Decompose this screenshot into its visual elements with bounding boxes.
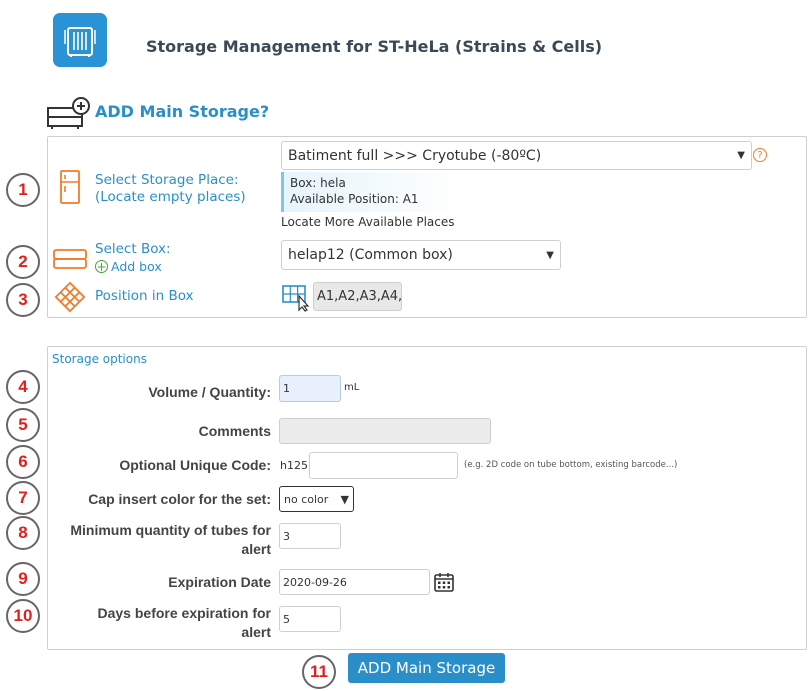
min-qty-label-line1: Minimum quantity of tubes for [70,522,271,538]
step-marker-2: 2 [6,245,40,279]
step-marker-11: 11 [302,655,336,689]
position-label: Position in Box [95,288,194,304]
storage-place-select[interactable]: Batiment full >>> Cryotube (-80ºC) ▼ [281,141,752,170]
add-storage-icon [46,96,92,130]
unique-code-hint: (e.g. 2D code on tube bottom, existing b… [464,460,678,470]
step-marker-3: 3 [6,283,40,317]
grid-position-icon [53,280,87,319]
box-icon [52,246,88,277]
days-before-label-line1: Days before expiration for [97,605,272,621]
comments-input[interactable] [279,418,491,444]
expiration-label: Expiration Date [168,574,271,590]
days-before-label: Days before expiration for alert [50,604,272,642]
available-position-info: Box: hela Available Position: A1 [281,172,461,212]
step-marker-10: 10 [6,599,40,633]
dropdown-arrow-icon: ▼ [546,249,554,261]
fridge-icon [53,13,107,67]
unique-code-label: Optional Unique Code: [119,457,271,473]
volume-unit: mL [344,382,360,393]
info-position-line: Available Position: A1 [290,192,419,206]
step-marker-9: 9 [6,562,40,596]
help-icon[interactable]: ? [753,148,767,162]
add-box-label: Add box [111,259,162,274]
step-marker-5: 5 [6,408,40,442]
volume-input[interactable]: 1 [279,375,341,402]
cap-color-label: Cap insert color for the set: [88,491,271,507]
position-field[interactable]: A1,A2,A3,A4,A [313,282,402,311]
page-title: Storage Management for ST-HeLa (Strains … [146,37,603,56]
step-marker-6: 6 [6,445,40,479]
add-box-link[interactable]: + Add box [95,259,162,274]
add-circle-icon: + [95,259,108,274]
cap-color-select[interactable]: no color ▼ [279,486,354,512]
unique-code-input[interactable] [309,452,458,479]
step-marker-7: 7 [6,481,40,515]
cap-color-selected: no color [284,492,329,506]
volume-label: Volume / Quantity: [148,384,271,400]
select-box-label: Select Box: [95,241,171,257]
add-main-storage-heading: ADD Main Storage? [95,102,270,121]
min-qty-label-line2: alert [241,541,271,557]
box-map-icon[interactable] [281,282,311,317]
box-select[interactable]: helap12 (Common box) ▼ [281,240,561,270]
add-main-storage-button[interactable]: ADD Main Storage [348,653,505,683]
days-before-input[interactable]: 5 [279,606,341,632]
locate-empty-places-link[interactable]: (Locate empty places) [95,189,246,205]
step-marker-1: 1 [6,173,40,207]
storage-place-selected: Batiment full >>> Cryotube (-80ºC) [288,147,542,164]
dropdown-arrow-icon: ▼ [737,150,745,161]
box-selected: helap12 (Common box) [288,247,453,263]
storage-place-label: Select Storage Place: [95,172,239,188]
storage-place-icon [58,168,82,211]
min-qty-input[interactable]: 3 [279,523,341,549]
info-box-line: Box: hela [290,176,346,190]
locate-more-link[interactable]: Locate More Available Places [281,215,455,229]
days-before-label-line2: alert [241,624,271,640]
min-qty-label: Minimum quantity of tubes for alert [50,521,271,559]
unique-code-prefix: h125 [280,459,308,472]
calendar-icon[interactable] [433,571,455,598]
storage-options-title: Storage options [52,352,147,366]
expiration-input[interactable]: 2020-09-26 [279,569,430,595]
step-marker-4: 4 [6,370,40,404]
dropdown-arrow-icon: ▼ [340,492,349,506]
step-marker-8: 8 [6,516,40,550]
comments-label: Comments [198,423,271,439]
